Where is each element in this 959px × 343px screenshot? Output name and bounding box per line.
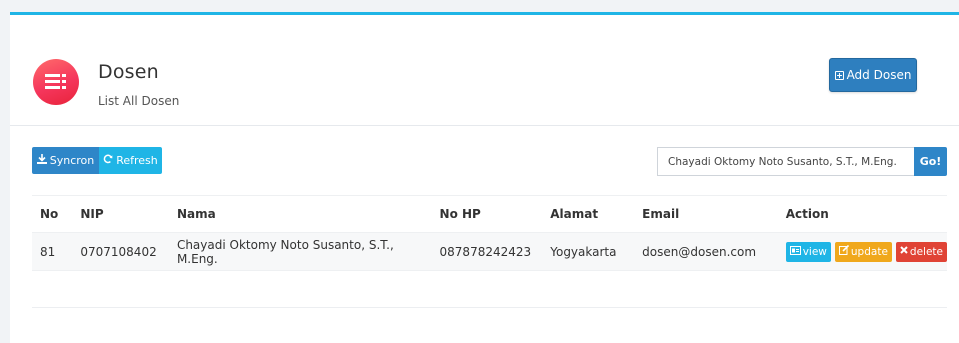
table-header-row: No NIP Nama No HP Alamat Email Action (32, 195, 947, 233)
page-background (0, 0, 10, 343)
add-dosen-button[interactable]: Add Dosen (829, 58, 917, 92)
column-header-email: Email (634, 195, 778, 233)
page-title: Dosen (98, 61, 159, 83)
go-button[interactable]: Go! (914, 147, 947, 176)
add-dosen-label: Add Dosen (846, 68, 912, 82)
dosen-table: No NIP Nama No HP Alamat Email Action 81… (32, 195, 947, 271)
cell-email: dosen@dosen.com (634, 232, 778, 271)
column-header-no: No (32, 195, 73, 233)
search-input[interactable] (657, 147, 914, 176)
refresh-label: Refresh (116, 154, 158, 167)
delete-button[interactable]: delete (895, 241, 947, 262)
table-row: 81 0707108402 Chayadi Oktomy Noto Susant… (32, 232, 947, 271)
refresh-button[interactable]: Refresh (99, 147, 162, 174)
content-card: Dosen List All Dosen Add Dosen Syncron R… (10, 12, 959, 343)
plus-square-icon (834, 70, 844, 80)
footer-divider (32, 307, 947, 308)
edit-icon (838, 244, 849, 258)
column-header-no-hp: No HP (431, 195, 543, 233)
cell-action: view update delete (777, 232, 947, 271)
cell-nama: Chayadi Oktomy Noto Susanto, S.T., M.Eng… (168, 232, 432, 271)
cell-no-hp: 087878242423 (431, 232, 543, 271)
view-label: view (802, 245, 827, 258)
delete-label: delete (909, 245, 943, 258)
column-header-nip: NIP (72, 195, 169, 233)
close-icon (900, 246, 908, 257)
column-header-alamat: Alamat (542, 195, 635, 233)
syncron-label: Syncron (49, 154, 95, 167)
cell-no: 81 (32, 232, 73, 271)
list-icon (33, 59, 79, 105)
download-icon (36, 154, 47, 167)
action-button-group: Syncron Refresh (32, 147, 162, 174)
cell-nip: 0707108402 (72, 232, 169, 271)
syncron-button[interactable]: Syncron (32, 147, 99, 174)
update-label: update (850, 245, 888, 258)
page-subtitle: List All Dosen (98, 94, 180, 108)
id-card-icon (789, 245, 801, 258)
page-header: Dosen List All Dosen Add Dosen (10, 15, 959, 126)
row-actions: view update delete (785, 241, 947, 262)
cell-alamat: Yogyakarta (542, 232, 635, 271)
column-header-action: Action (777, 195, 947, 233)
refresh-icon (103, 154, 113, 167)
update-button[interactable]: update (834, 241, 892, 262)
search-bar: Go! (657, 147, 947, 176)
view-button[interactable]: view (785, 241, 831, 262)
column-header-nama: Nama (168, 195, 432, 233)
